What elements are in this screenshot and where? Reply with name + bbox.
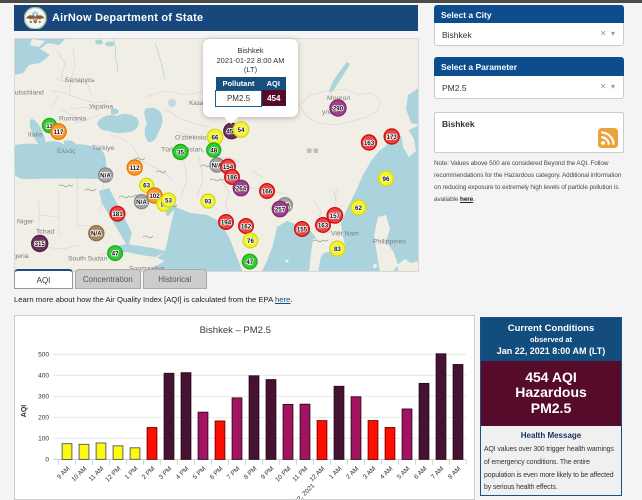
svg-text:117: 117	[54, 129, 65, 136]
svg-text:315: 315	[35, 241, 46, 248]
svg-text:1 AM: 1 AM	[328, 465, 343, 480]
svg-text:194: 194	[221, 219, 232, 226]
svg-text:155: 155	[297, 226, 308, 233]
svg-text:1 PM: 1 PM	[124, 465, 140, 481]
svg-text:2 PM: 2 PM	[141, 465, 157, 481]
svg-text:Україна: Україна	[89, 104, 113, 111]
svg-text:Deutschland: Deutschland	[15, 90, 44, 97]
svg-text:Беларусь: Беларусь	[65, 77, 95, 84]
svg-text:6 AM: 6 AM	[413, 465, 428, 480]
svg-text:Türkiye: Türkiye	[92, 145, 115, 152]
svg-text:22, 2021: 22, 2021	[294, 482, 317, 499]
svg-text:6 PM: 6 PM	[209, 465, 225, 481]
svg-text:2 AM: 2 AM	[345, 465, 360, 480]
svg-text:66: 66	[212, 134, 219, 141]
svg-text:Italia: Italia	[28, 132, 43, 139]
svg-text:166: 166	[262, 188, 273, 195]
svg-text:62: 62	[355, 205, 362, 212]
svg-text:Nigeria: Nigeria	[15, 253, 29, 260]
svg-text:Ελλάς: Ελλάς	[57, 147, 76, 155]
svg-text:10 PM: 10 PM	[274, 465, 292, 483]
svg-text:400: 400	[38, 373, 49, 380]
svg-text:8 AM: 8 AM	[447, 465, 462, 480]
svg-text:162: 162	[241, 223, 252, 230]
svg-text:7 PM: 7 PM	[226, 465, 242, 481]
svg-text:181: 181	[112, 211, 123, 218]
svg-text:100: 100	[38, 436, 49, 443]
svg-text:AQI: AQI	[21, 405, 28, 418]
svg-text:South Sudan: South Sudan	[68, 256, 108, 263]
svg-text:264: 264	[236, 185, 247, 192]
svg-text:4 PM: 4 PM	[175, 465, 191, 481]
svg-text:Tchad: Tchad	[36, 229, 54, 236]
svg-text:96: 96	[383, 176, 390, 183]
svg-text:3 AM: 3 AM	[362, 465, 377, 480]
svg-text:53: 53	[165, 197, 172, 204]
svg-text:93: 93	[205, 198, 212, 205]
svg-text:Romania: Romania	[59, 116, 86, 123]
svg-text:157: 157	[330, 213, 341, 220]
svg-text:N/A: N/A	[136, 199, 147, 206]
svg-text:112: 112	[130, 165, 141, 172]
svg-text:7 AM: 7 AM	[430, 465, 445, 480]
svg-text:163: 163	[318, 222, 329, 229]
svg-text:Việt Nam: Việt Nam	[331, 231, 359, 238]
svg-text:54: 54	[238, 127, 245, 134]
svg-text:5 PM: 5 PM	[192, 465, 208, 481]
svg-text:47: 47	[112, 251, 119, 258]
svg-text:12 PM: 12 PM	[104, 465, 122, 483]
svg-text:186: 186	[227, 174, 238, 181]
svg-text:12 AM: 12 AM	[308, 465, 326, 483]
svg-text:8 PM: 8 PM	[243, 465, 259, 481]
svg-text:200: 200	[38, 415, 49, 422]
svg-text:500: 500	[38, 352, 49, 359]
svg-text:5 AM: 5 AM	[396, 465, 411, 480]
svg-text:4 AM: 4 AM	[379, 465, 394, 480]
svg-text:10 AM: 10 AM	[70, 465, 88, 483]
svg-text:173: 173	[387, 134, 398, 141]
svg-text:Niger: Niger	[17, 219, 34, 226]
svg-text:290: 290	[333, 105, 344, 112]
svg-text:76: 76	[247, 238, 254, 245]
svg-text:O'zbekiston: O'zbekiston	[175, 135, 211, 142]
svg-text:83: 83	[334, 246, 341, 253]
svg-text:N/A: N/A	[100, 172, 111, 179]
svg-text:3 PM: 3 PM	[158, 465, 174, 481]
svg-text:48: 48	[210, 147, 217, 154]
svg-text:35: 35	[177, 149, 184, 156]
svg-text:Philippines: Philippines	[373, 239, 406, 246]
svg-text:163: 163	[364, 140, 375, 147]
svg-text:300: 300	[38, 394, 49, 401]
svg-text:11 PM: 11 PM	[292, 465, 310, 483]
svg-text:63: 63	[143, 183, 150, 190]
svg-text:N/A: N/A	[91, 231, 102, 238]
svg-text:47: 47	[246, 259, 253, 266]
svg-text:257: 257	[275, 206, 286, 213]
svg-text:0: 0	[45, 457, 49, 464]
svg-text:11 AM: 11 AM	[88, 465, 106, 483]
svg-text:9 AM: 9 AM	[56, 465, 71, 480]
